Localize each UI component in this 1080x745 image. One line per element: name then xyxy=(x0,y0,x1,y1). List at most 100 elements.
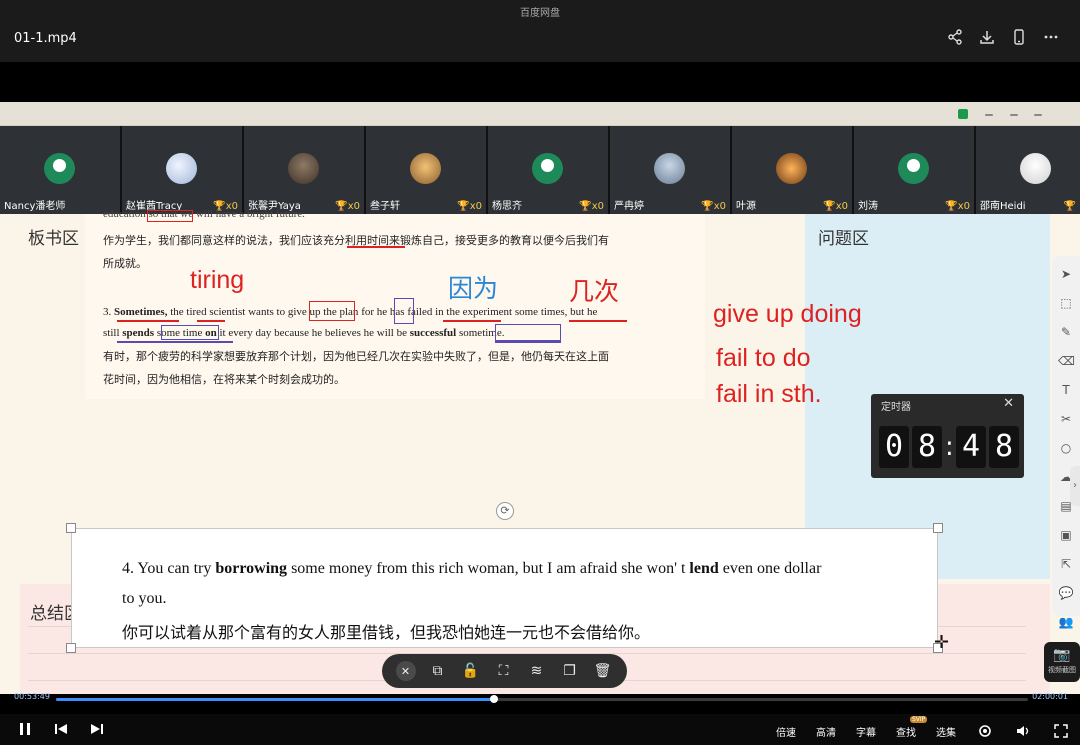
export-icon[interactable]: ⇱ xyxy=(1058,556,1074,572)
scissors-icon[interactable]: ✂ xyxy=(1058,411,1074,427)
resize-handle-tl[interactable] xyxy=(66,523,76,533)
previous-icon[interactable] xyxy=(52,720,70,738)
screen-share-icon xyxy=(958,109,968,119)
fullscreen-icon[interactable] xyxy=(1052,722,1070,740)
participant-name: Nancy潘老师 xyxy=(4,201,66,212)
close-icon[interactable]: ✕ xyxy=(395,661,416,681)
avatar xyxy=(44,153,75,184)
close-window-icon xyxy=(1034,114,1042,116)
progress-bar[interactable] xyxy=(56,695,1028,703)
file-title: 01-1.mp4 xyxy=(14,31,77,46)
doc-line-top: education so that we will have a bright … xyxy=(103,208,305,220)
trophy-count: 🏆 xyxy=(1063,201,1076,212)
avatar xyxy=(654,153,685,184)
participant-tile: Nancy潘老师 xyxy=(0,126,120,214)
resize-handle-bl[interactable] xyxy=(66,643,76,653)
participant-tile: 叁子轩 🏆x0 xyxy=(366,126,486,214)
player-controls: 倍速 高清 字幕 查找 SVIP 选集 xyxy=(0,714,1080,745)
quality-button[interactable]: 高清 xyxy=(816,724,836,739)
search-button[interactable]: 查找 SVIP xyxy=(896,715,928,739)
app-title: 百度网盘 xyxy=(520,8,560,19)
pointer-icon[interactable]: ➤ xyxy=(1058,266,1074,282)
doc-cn-4: 花时间，因为他相信，在将来某个时刻会成功的。 xyxy=(103,373,345,386)
handwriting-fail-in: fail in sth. xyxy=(716,380,822,408)
share-icon[interactable] xyxy=(946,28,964,46)
participant-name: 刘涛 xyxy=(858,201,878,212)
rotate-handle[interactable]: ⟳ xyxy=(496,502,514,520)
progress-fill xyxy=(56,698,495,701)
move-cursor-icon: ✛ xyxy=(934,632,950,653)
participant-name: 叶源 xyxy=(736,201,756,212)
classroom-header-strip xyxy=(0,102,1080,126)
eraser-icon[interactable]: ⌫ xyxy=(1058,353,1075,369)
top-actions xyxy=(946,28,1060,46)
participant-tile: 张馨尹Yaya 🏆x0 xyxy=(244,126,364,214)
participant-name: 严冉婷 xyxy=(614,201,644,212)
participant-strip: Nancy潘老师 赵崔茜Tracy 🏆x0 张馨尹Yaya 🏆x0 叁子轩 🏆x0 杨… xyxy=(0,126,1080,214)
progress-knob[interactable] xyxy=(490,695,499,703)
download-icon[interactable] xyxy=(978,28,996,46)
text-icon[interactable]: T xyxy=(1058,382,1074,398)
whiteboard-tools: ➤ ⬚ ✎ ⌫ T ✂ ○ ☁ ▤ ▣ ⇱ 💬 👥 xyxy=(1052,256,1080,629)
participant-tile: 叶源 🏆x0 xyxy=(732,126,852,214)
handwriting-give-up: give up doing xyxy=(713,300,862,328)
resize-handle-tr[interactable] xyxy=(933,523,943,533)
phone-icon[interactable] xyxy=(1010,28,1028,46)
pen-icon[interactable]: ✎ xyxy=(1058,324,1074,340)
chevron-right-icon[interactable]: › xyxy=(1070,466,1080,506)
trophy-count: 🏆x0 xyxy=(823,201,848,212)
doc-cn-3: 有时，那个疲劳的科学家想要放弃那个计划，因为他已经几次在实验中失败了，但是，他仍… xyxy=(103,350,609,363)
speed-button[interactable]: 倍速 xyxy=(776,724,796,739)
title-bar: 百度网盘 01-1.mp4 xyxy=(0,0,1080,62)
trophy-count: 🏆x0 xyxy=(579,201,604,212)
handwriting-times: 几次 xyxy=(569,278,620,306)
pause-icon[interactable] xyxy=(16,720,34,738)
select-icon[interactable]: ⬚ xyxy=(1058,295,1074,311)
participant-name: 叁子轩 xyxy=(370,201,400,212)
more-icon[interactable] xyxy=(1042,28,1060,46)
object-toolbar: ✕ ⧉ 🔓 ⛶ ≋ ❐ 🗑 xyxy=(382,654,627,688)
layers-icon[interactable]: ≋ xyxy=(526,660,548,682)
participant-tile: 严冉婷 🏆x0 xyxy=(610,126,730,214)
crop-icon[interactable]: ⛶ xyxy=(493,660,515,682)
subtitle-button[interactable]: 字幕 xyxy=(856,724,876,739)
handwriting-tiring: tiring xyxy=(190,266,245,294)
participant-tile: 赵崔茜Tracy 🏆x0 xyxy=(122,126,242,214)
users-icon[interactable]: 👥 xyxy=(1058,614,1074,630)
episodes-button[interactable]: 选集 xyxy=(936,724,956,739)
delete-icon[interactable]: 🗑 xyxy=(592,660,614,682)
svip-badge: SVIP xyxy=(910,715,928,723)
next-icon[interactable] xyxy=(88,720,106,738)
timer-display: 0 8 : 4 8 xyxy=(879,426,1019,468)
clone-icon[interactable]: ⧉ xyxy=(427,660,449,682)
avatar xyxy=(898,153,929,184)
close-icon[interactable]: ✕ xyxy=(1003,396,1014,411)
settings-icon[interactable] xyxy=(976,722,994,740)
trophy-count: 🏆x0 xyxy=(457,201,482,212)
timer-title: 定时器 xyxy=(881,402,911,413)
question-zone-label: 问题区 xyxy=(818,229,869,249)
shape-icon[interactable]: ○ xyxy=(1058,440,1074,456)
participant-tile: 刘涛 🏆x0 xyxy=(854,126,974,214)
chat-icon[interactable]: 💬 xyxy=(1058,585,1074,601)
playback-controls xyxy=(16,720,106,738)
video-capture-button[interactable]: 📷 视频截图 xyxy=(1044,642,1080,682)
avatar xyxy=(532,153,563,184)
video-frame[interactable]: Nancy潘老师 赵崔茜Tracy 🏆x0 张馨尹Yaya 🏆x0 叁子轩 🏆x0 杨… xyxy=(0,102,1080,694)
lock-icon[interactable]: 🔓 xyxy=(460,660,482,682)
avatar xyxy=(166,153,197,184)
sentence-4-line-1: 4. You can try borrowing some money from… xyxy=(122,560,822,577)
save-icon[interactable]: ▣ xyxy=(1058,527,1074,543)
selected-textbox[interactable]: 4. You can try borrowing some money from… xyxy=(71,528,938,648)
avatar xyxy=(776,153,807,184)
timer-colon: : xyxy=(945,432,954,462)
sentence-4-chinese: 你可以试着从那个富有的女人那里借钱，但我恐怕她连一元也不会借给你。 xyxy=(122,623,651,642)
capture-label: 视频截图 xyxy=(1048,666,1076,674)
player-options: 倍速 高清 字幕 查找 SVIP 选集 xyxy=(776,715,1070,740)
copy-icon[interactable]: ❐ xyxy=(559,660,581,682)
video-player-app: 百度网盘 01-1.mp4 Nancy潘老师 赵崔茜Tracy 🏆x0 张馨尹Y… xyxy=(0,0,1080,745)
timer-widget[interactable]: 定时器 ✕ 0 8 : 4 8 xyxy=(871,394,1024,478)
participant-name: 杨思齐 xyxy=(492,201,522,212)
sentence-4-line-2: to you. xyxy=(122,590,167,607)
volume-icon[interactable] xyxy=(1014,722,1032,740)
